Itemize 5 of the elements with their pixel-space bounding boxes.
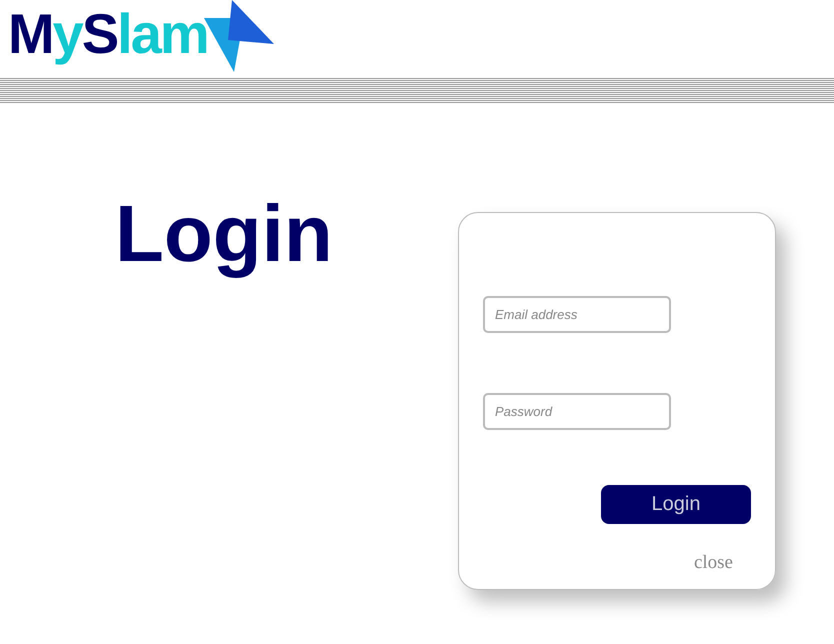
- password-field[interactable]: Password: [483, 393, 671, 430]
- logo-text: MySlam: [8, 2, 208, 66]
- close-link[interactable]: close: [694, 552, 733, 574]
- login-button[interactable]: Login: [601, 485, 751, 524]
- email-field[interactable]: Email address: [483, 296, 671, 333]
